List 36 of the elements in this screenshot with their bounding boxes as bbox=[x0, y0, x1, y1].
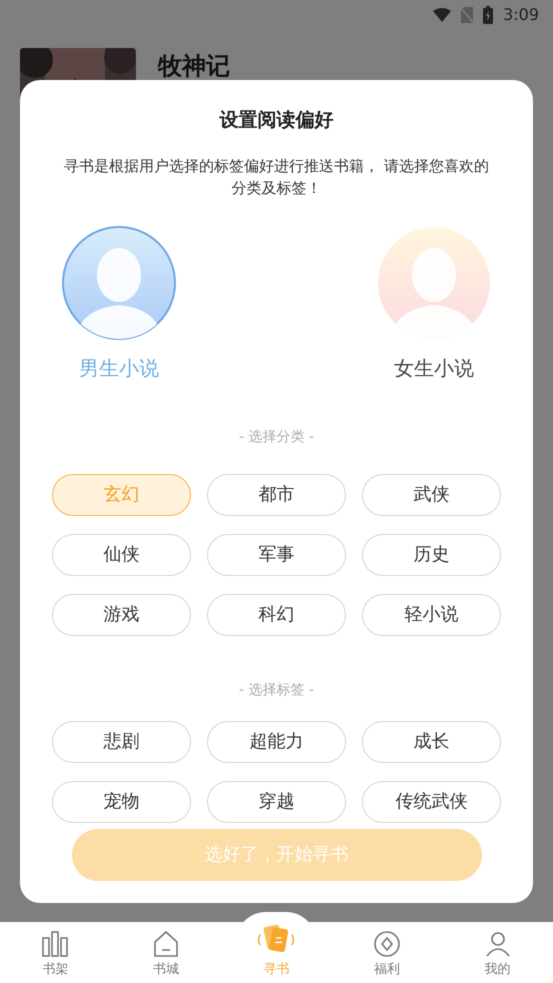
nav-tab[interactable]: 书城 bbox=[110, 922, 222, 983]
option-chip[interactable]: 游戏 bbox=[52, 594, 191, 636]
wifi-icon bbox=[433, 8, 452, 22]
option-chip[interactable]: 超能力 bbox=[207, 720, 346, 762]
nav-tab[interactable]: 福利 bbox=[332, 922, 442, 983]
option-chip[interactable]: 仙侠 bbox=[52, 534, 191, 576]
option-chip[interactable]: 都市 bbox=[207, 474, 346, 516]
person-icon bbox=[484, 930, 512, 958]
gender-option[interactable]: 女生小说 bbox=[369, 224, 499, 382]
nav-tab[interactable]: 书架 bbox=[0, 922, 111, 983]
dialog-title: 设置阅读偏好 bbox=[220, 108, 334, 133]
option-chip[interactable]: 武侠 bbox=[362, 474, 501, 516]
option-chip[interactable]: 科幻 bbox=[207, 594, 346, 636]
option-chip[interactable]: 轻小说 bbox=[362, 594, 501, 636]
section-heading: - 选择标签 - bbox=[238, 680, 314, 700]
battery-icon bbox=[483, 6, 494, 24]
avatar-icon bbox=[376, 224, 492, 340]
gender-label: 女生小说 bbox=[394, 354, 474, 382]
bookshelf-icon bbox=[41, 930, 70, 958]
clock: 3:09 bbox=[503, 4, 539, 26]
book-title: 牧神记 bbox=[158, 51, 230, 82]
no-sim-icon bbox=[461, 7, 474, 23]
option-chip[interactable]: 宠物 bbox=[52, 780, 191, 822]
section-heading: - 选择分类 - bbox=[238, 428, 314, 446]
house-icon bbox=[152, 930, 180, 958]
option-chip[interactable]: 传统武侠 bbox=[362, 780, 501, 822]
gender-label: 男生小说 bbox=[79, 354, 159, 382]
option-chip[interactable]: 悲剧 bbox=[52, 720, 191, 762]
option-chip[interactable]: 军事 bbox=[207, 534, 346, 576]
dialog-description: 寻书是根据用户选择的标签偏好进行推送书籍， 请选择您喜欢的分类及标签！ bbox=[63, 156, 490, 198]
option-chip[interactable]: 穿越 bbox=[207, 780, 346, 822]
avatar-icon bbox=[61, 224, 177, 340]
coin-icon bbox=[373, 930, 402, 958]
option-chip[interactable]: 成长 bbox=[362, 720, 501, 762]
option-chip[interactable]: 历史 bbox=[362, 534, 501, 576]
nav-tab[interactable]: 我的 bbox=[442, 922, 553, 983]
